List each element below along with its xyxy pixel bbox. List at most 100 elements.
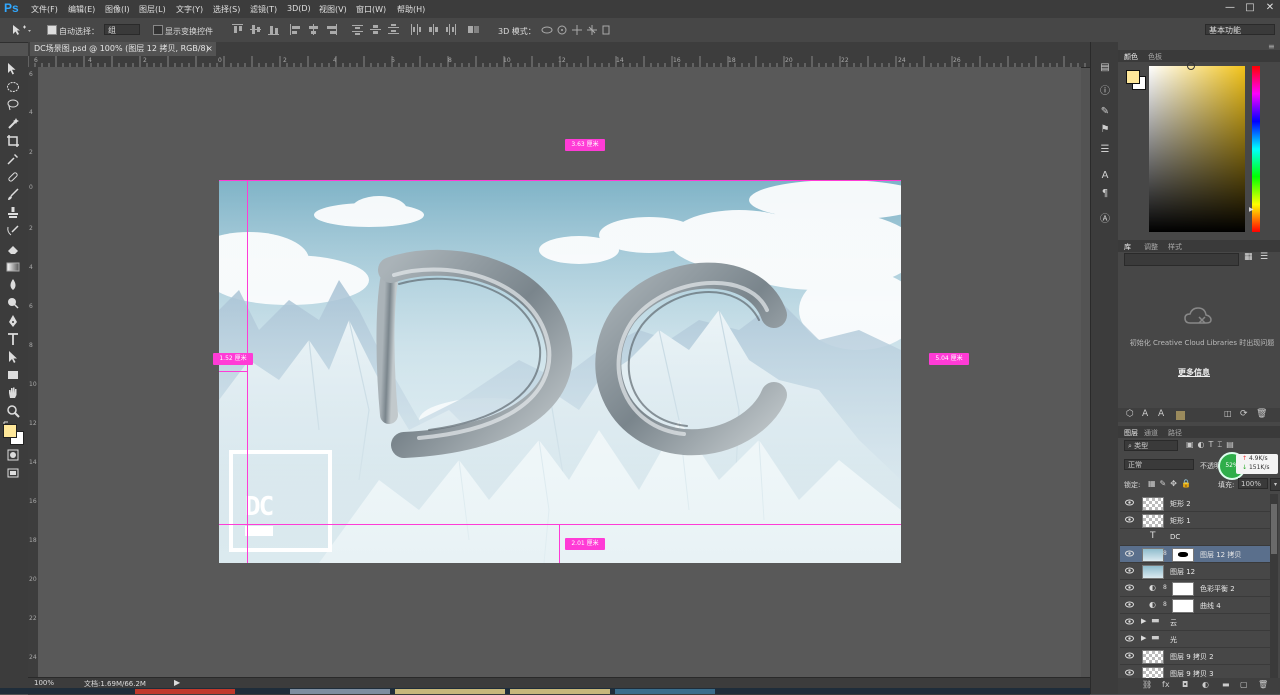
clone-source-icon[interactable]: ⚑	[1099, 124, 1111, 136]
auto-select-checkbox[interactable]	[47, 25, 57, 35]
align-bottom-icon[interactable]	[268, 24, 279, 35]
delete-layer-icon[interactable]: 🗑	[1258, 680, 1268, 689]
quick-mask-icon[interactable]	[6, 448, 22, 462]
add-color-icon[interactable]	[1176, 411, 1185, 420]
glyphs-icon[interactable]: Ⓐ	[1099, 214, 1111, 226]
layer-filter-icons[interactable]: ▣◐T⌶▤	[1186, 440, 1272, 451]
blend-mode-dropdown[interactable]: 正常	[1124, 459, 1194, 470]
menu-window[interactable]: 窗口(W)	[356, 4, 386, 15]
color-field[interactable]	[1149, 62, 1245, 232]
lock-icons[interactable]: ▦✎✥🔒	[1148, 479, 1214, 489]
menu-layer[interactable]: 图层(L)	[139, 4, 166, 15]
eraser-tool-icon[interactable]	[6, 242, 22, 256]
fill-input[interactable]: 100%	[1238, 478, 1268, 489]
layer-row-layer12-copy[interactable]: 8 图层 12 拷贝	[1120, 546, 1270, 563]
new-adjustment-icon[interactable]: ◐	[1202, 680, 1209, 689]
layers-scrollbar-thumb[interactable]	[1271, 504, 1277, 554]
menu-help[interactable]: 帮助(H)	[397, 4, 425, 15]
dodge-tool-icon[interactable]	[6, 296, 22, 310]
hue-slider-arrow-icon[interactable]: ▶	[1249, 206, 1254, 213]
taskbar-app[interactable]	[615, 689, 715, 694]
taskbar-app[interactable]	[510, 689, 610, 694]
color-field-cursor[interactable]	[1187, 62, 1195, 70]
menu-view[interactable]: 视图(V)	[319, 4, 347, 15]
type-tool-icon[interactable]	[6, 332, 22, 346]
add-graphic-icon[interactable]: ⬡	[1126, 409, 1134, 419]
show-transform-checkbox[interactable]	[153, 25, 163, 35]
zoom-level[interactable]: 100%	[34, 679, 54, 687]
align-right-icon[interactable]	[326, 24, 337, 35]
menu-type[interactable]: 文字(Y)	[176, 4, 203, 15]
taskbar-app[interactable]	[395, 689, 505, 694]
menu-image[interactable]: 图像(I)	[105, 4, 130, 15]
marquee-tool-icon[interactable]	[6, 80, 22, 94]
tab-library[interactable]: 库	[1124, 242, 1131, 252]
fill-dropdown-icon[interactable]: ▾	[1270, 478, 1280, 491]
document-canvas[interactable]: DC	[219, 180, 901, 563]
menu-file[interactable]: 文件(F)	[31, 4, 58, 15]
auto-select-dropdown[interactable]: 组	[104, 24, 140, 35]
screen-mode-icon[interactable]	[6, 466, 22, 480]
properties-icon[interactable]: ☰	[1099, 144, 1111, 156]
distribute-right-icon[interactable]	[446, 24, 457, 35]
guide-left[interactable]	[247, 180, 248, 563]
status-menu-arrow-icon[interactable]: ▶	[174, 678, 180, 687]
distribute-vcenter-icon[interactable]	[370, 24, 381, 35]
distribute-bottom-icon[interactable]	[388, 24, 399, 35]
tab-layers[interactable]: 图层	[1124, 428, 1138, 438]
document-tab-close-icon[interactable]: ×	[206, 42, 213, 56]
workspace-dropdown[interactable]: 基本功能	[1205, 24, 1275, 35]
menu-filter[interactable]: 滤镜(T)	[250, 4, 277, 15]
zoom-tool-icon[interactable]	[6, 404, 22, 418]
distribute-top-icon[interactable]	[352, 24, 363, 35]
document-tab[interactable]: DC场景图.psd @ 100% (图层 12 拷贝, RGB/8) ×	[30, 42, 216, 56]
layer-row-rect1[interactable]: 矩形 1	[1120, 512, 1270, 529]
layer-row-group-light[interactable]: ▶ ▬ 光	[1120, 631, 1270, 648]
guide-top[interactable]	[219, 180, 901, 181]
quick-selection-tool-icon[interactable]	[6, 116, 22, 130]
character-icon[interactable]: A	[1099, 170, 1111, 182]
layer-row-rect2[interactable]: 矩形 2	[1120, 495, 1270, 512]
menu-edit[interactable]: 编辑(E)	[68, 4, 95, 15]
auto-align-icon[interactable]	[468, 24, 479, 35]
layer-row-layer9-copy3[interactable]: 图层 9 拷贝 3	[1120, 665, 1270, 678]
lasso-tool-icon[interactable]	[6, 98, 22, 112]
clone-stamp-tool-icon[interactable]	[6, 206, 22, 220]
guide-bottom[interactable]	[219, 524, 901, 525]
layer-row-curves[interactable]: ◐ 8 曲线 4	[1120, 597, 1270, 614]
align-top-icon[interactable]	[232, 24, 243, 35]
history-brush-tool-icon[interactable]	[6, 224, 22, 238]
close-button[interactable]: ✕	[1262, 2, 1278, 14]
history-icon[interactable]: ▤	[1099, 62, 1111, 74]
layers-scrollbar[interactable]	[1270, 494, 1278, 678]
hand-tool-icon[interactable]	[6, 386, 22, 400]
minimize-button[interactable]: —	[1222, 2, 1238, 14]
brush-tool-icon[interactable]	[6, 188, 22, 202]
crop-tool-icon[interactable]	[6, 134, 22, 148]
pen-tool-icon[interactable]	[6, 314, 22, 328]
align-vcenter-icon[interactable]	[250, 24, 261, 35]
library-more-info-link[interactable]: 更多信息	[1178, 367, 1210, 378]
expand-group-icon[interactable]: ▶	[1141, 617, 1146, 625]
tab-paths[interactable]: 路径	[1168, 428, 1182, 438]
layer-row-group-cloud[interactable]: ▶ ▬ 云	[1120, 614, 1270, 631]
align-left-icon[interactable]	[290, 24, 301, 35]
menu-select[interactable]: 选择(S)	[213, 4, 240, 15]
layer-row-dc-text[interactable]: T DC	[1120, 529, 1270, 546]
layer-row-color-balance[interactable]: ◐ 8 色彩平衡 2	[1120, 580, 1270, 597]
add-text-style-icon[interactable]: A	[1142, 409, 1148, 419]
list-view-icon[interactable]: ☰	[1260, 252, 1268, 262]
layer-row-layer9-copy2[interactable]: 图层 9 拷贝 2	[1120, 648, 1270, 665]
distribute-left-icon[interactable]	[410, 24, 421, 35]
taskbar-app[interactable]	[290, 689, 390, 694]
healing-brush-tool-icon[interactable]	[6, 170, 22, 184]
distribute-hcenter-icon[interactable]	[428, 24, 439, 35]
layer-row-layer12[interactable]: 图层 12	[1120, 563, 1270, 580]
library-dropdown[interactable]	[1124, 253, 1239, 266]
delete-library-icon[interactable]: 🗑	[1256, 409, 1267, 419]
info-icon[interactable]: ⓘ	[1099, 86, 1111, 98]
move-tool-preset-icon[interactable]	[10, 23, 32, 37]
sync-icon[interactable]: ⟳	[1240, 409, 1248, 419]
grid-view-icon[interactable]: ▦	[1244, 252, 1253, 262]
blur-tool-icon[interactable]	[6, 278, 22, 292]
